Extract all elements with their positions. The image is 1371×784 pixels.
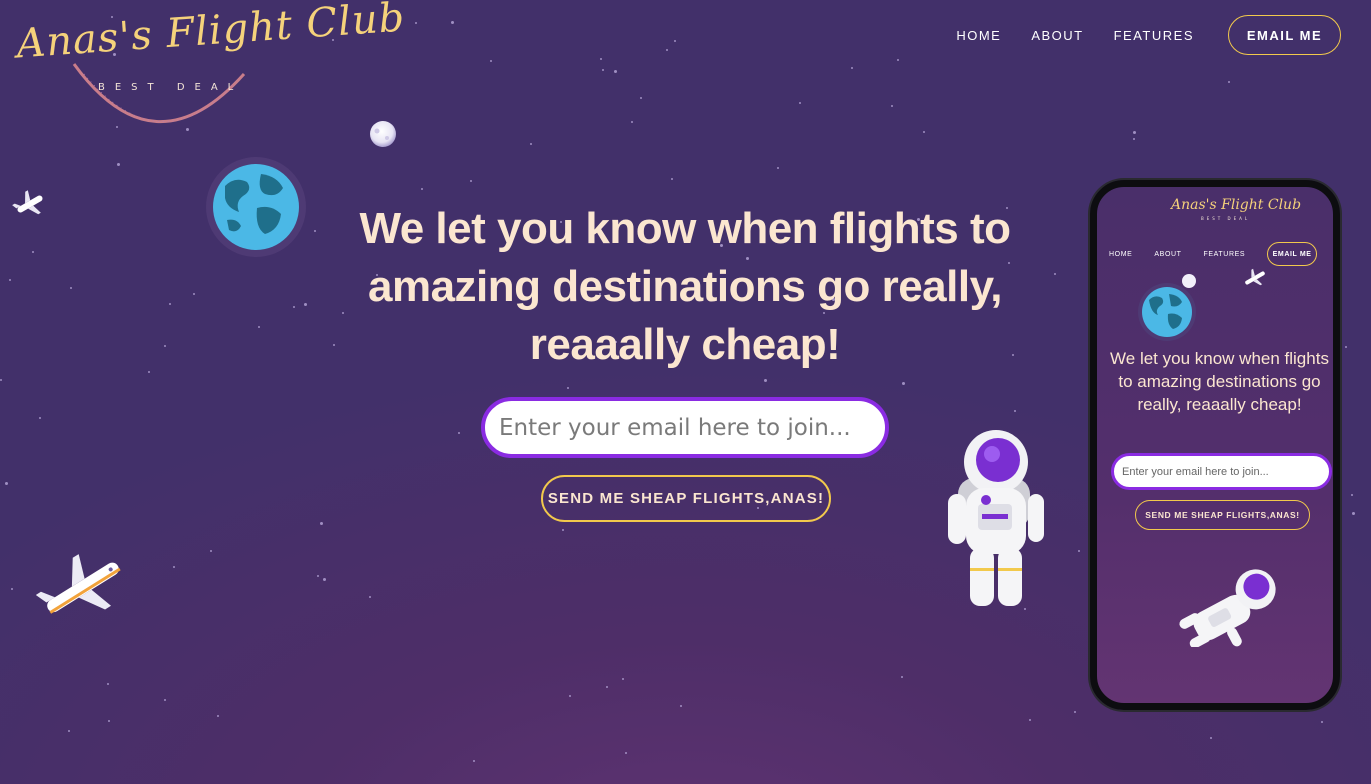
star-dot (569, 695, 571, 697)
star-dot (1321, 721, 1323, 723)
star-dot (1133, 131, 1136, 134)
star-dot (1351, 494, 1353, 496)
star-dot (680, 705, 682, 707)
star-dot (1210, 737, 1212, 739)
astronaut-icon (948, 430, 1044, 606)
star-dot (901, 676, 903, 678)
star-dot (567, 387, 569, 389)
star-dot (600, 58, 602, 60)
star-dot (107, 683, 109, 685)
star-dot (11, 588, 13, 590)
star-dot (562, 529, 564, 531)
star-dot (1133, 138, 1135, 140)
star-dot (1345, 346, 1347, 348)
globe-icon (206, 157, 306, 257)
top-nav: HOME ABOUT FEATURES EMAIL ME (926, 15, 1341, 55)
star-dot (614, 70, 617, 73)
star-dot (625, 752, 627, 754)
star-dot (193, 293, 195, 295)
star-dot (217, 715, 219, 717)
star-dot (1074, 711, 1076, 713)
phone-logo-title: Anas's Flight Club (1171, 197, 1302, 213)
star-dot (764, 379, 767, 382)
star-dot (631, 121, 633, 123)
star-dot (530, 143, 532, 145)
star-dot (458, 432, 460, 434)
phone-send-button[interactable]: SEND ME SHEAP FLIGHTS,ANAS! (1135, 500, 1310, 530)
star-dot (323, 578, 326, 581)
star-dot (39, 417, 41, 419)
star-dot (32, 251, 34, 253)
hero-title: We let you know when flights to amazing … (359, 204, 1011, 369)
star-dot (1228, 81, 1230, 83)
star-dot (421, 188, 423, 190)
airplane-icon (36, 554, 121, 614)
phone-hero-title: We let you know when flights to amazing … (1110, 349, 1329, 414)
star-dot (9, 279, 11, 281)
star-dot (0, 379, 2, 381)
phone-email-input[interactable] (1111, 453, 1332, 490)
phone-nav-home-link[interactable]: HOME (1109, 251, 1132, 258)
star-dot (902, 382, 905, 385)
nav-about-link[interactable]: ABOUT (1031, 28, 1083, 43)
star-dot (1352, 512, 1355, 515)
star-dot (490, 60, 492, 62)
send-cheap-flights-button[interactable]: SEND ME SHEAP FLIGHTS,ANAS! (541, 475, 831, 522)
star-dot (666, 49, 668, 51)
star-dot (451, 21, 454, 24)
logo-subtitle: BEST DEAL (98, 82, 244, 93)
phone-email-me-button[interactable]: EMAIL ME (1267, 242, 1317, 266)
nav-features-link[interactable]: FEATURES (1114, 28, 1194, 43)
star-dot (164, 345, 166, 347)
star-dot (473, 760, 475, 762)
star-dot (674, 40, 676, 42)
star-dot (68, 730, 70, 732)
star-dot (799, 102, 801, 104)
star-dot (415, 22, 417, 24)
airplane-icon (12, 190, 43, 215)
star-dot (891, 105, 893, 107)
star-dot (148, 371, 150, 373)
star-dot (470, 180, 472, 182)
phone-astronaut-icon (1179, 569, 1276, 647)
star-dot (258, 326, 260, 328)
star-dot (169, 303, 171, 305)
star-dot (1014, 410, 1016, 412)
star-dot (369, 596, 371, 598)
star-dot (622, 678, 624, 680)
star-dot (1078, 550, 1080, 552)
phone-preview: Anas's Flight Club BEST DEAL HOME ABOUT … (1090, 180, 1340, 710)
phone-globe-icon (1138, 283, 1196, 341)
star-dot (5, 482, 8, 485)
star-dot (320, 522, 323, 525)
star-dot (671, 178, 673, 180)
phone-nav-features-link[interactable]: FEATURES (1204, 251, 1246, 258)
star-dot (923, 131, 925, 133)
phone-nav-about-link[interactable]: ABOUT (1154, 251, 1181, 258)
nav-home-link[interactable]: HOME (956, 28, 1001, 43)
star-dot (173, 566, 175, 568)
moon-icon (370, 121, 396, 147)
star-dot (897, 59, 899, 61)
star-dot (606, 686, 608, 688)
email-me-button[interactable]: EMAIL ME (1228, 15, 1341, 55)
phone-logo-subtitle: BEST DEAL (1201, 216, 1251, 221)
star-dot (777, 167, 779, 169)
star-dot (851, 67, 853, 69)
star-dot (317, 575, 319, 577)
phone-nav: HOME ABOUT FEATURES EMAIL ME (1109, 242, 1317, 266)
star-dot (117, 163, 120, 166)
phone-airplane-icon (1245, 268, 1265, 286)
star-dot (210, 550, 212, 552)
star-dot (640, 97, 642, 99)
logo[interactable]: Anas's Flight Club BEST DEAL (12, 0, 407, 144)
star-dot (293, 306, 295, 308)
star-dot (108, 720, 110, 722)
star-dot (1029, 719, 1031, 721)
star-dot (164, 699, 166, 701)
star-dot (602, 69, 604, 71)
star-dot (70, 287, 72, 289)
email-input[interactable] (481, 397, 889, 458)
